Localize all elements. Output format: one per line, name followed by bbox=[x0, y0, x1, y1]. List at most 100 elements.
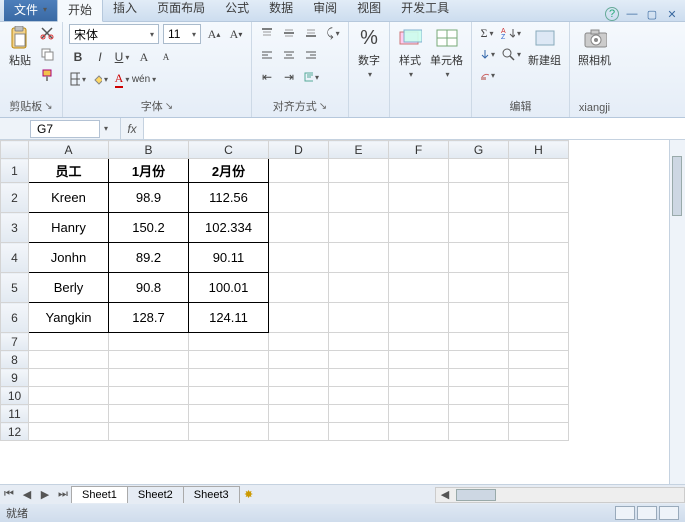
sheet-tab[interactable]: Sheet3 bbox=[183, 486, 240, 503]
cell[interactable] bbox=[389, 273, 449, 303]
cell[interactable] bbox=[109, 369, 189, 387]
font-name-select[interactable]: 宋体▾ bbox=[69, 24, 159, 44]
launcher-icon[interactable]: ↘ bbox=[319, 101, 327, 112]
cell[interactable] bbox=[329, 213, 389, 243]
caret-down-icon[interactable]: ▾ bbox=[104, 124, 108, 133]
increase-indent-button[interactable]: ⇥ bbox=[280, 68, 298, 86]
new-group-button[interactable]: 新建组 bbox=[526, 24, 563, 70]
cell[interactable] bbox=[389, 243, 449, 273]
tab-开发工具[interactable]: 开发工具 bbox=[391, 0, 459, 21]
format-painter-button[interactable] bbox=[38, 66, 56, 84]
cell[interactable] bbox=[109, 351, 189, 369]
align-left-button[interactable] bbox=[258, 46, 276, 64]
cell[interactable] bbox=[509, 243, 569, 273]
cell[interactable] bbox=[449, 273, 509, 303]
row-header[interactable]: 1 bbox=[1, 159, 29, 183]
cell[interactable] bbox=[329, 369, 389, 387]
clear-button[interactable]: ▾ bbox=[478, 66, 496, 84]
sort-button[interactable]: AZ▾ bbox=[500, 24, 522, 42]
sheet-last-button[interactable]: ⏭ bbox=[54, 486, 72, 504]
cell[interactable] bbox=[509, 273, 569, 303]
view-pagelayout-button[interactable] bbox=[637, 506, 657, 520]
cell[interactable] bbox=[329, 159, 389, 183]
row-header[interactable]: 5 bbox=[1, 273, 29, 303]
tab-审阅[interactable]: 审阅 bbox=[303, 0, 347, 21]
cell[interactable] bbox=[189, 405, 269, 423]
cell[interactable] bbox=[449, 303, 509, 333]
row-header[interactable]: 11 bbox=[1, 405, 29, 423]
orientation-button[interactable]: ⤹▾ bbox=[324, 24, 342, 42]
cell[interactable] bbox=[449, 387, 509, 405]
launcher-icon[interactable]: ↘ bbox=[44, 101, 52, 112]
cell[interactable] bbox=[449, 405, 509, 423]
tab-开始[interactable]: 开始 bbox=[57, 0, 103, 22]
cell[interactable] bbox=[109, 423, 189, 441]
cell[interactable] bbox=[509, 405, 569, 423]
name-box[interactable]: G7 bbox=[30, 120, 100, 138]
row-header[interactable]: 6 bbox=[1, 303, 29, 333]
cell[interactable] bbox=[269, 351, 329, 369]
cell[interactable]: 2月份 bbox=[189, 159, 269, 183]
format-styles-button[interactable]: 样式 ▾ bbox=[396, 24, 424, 81]
col-header[interactable]: C bbox=[189, 141, 269, 159]
font-size-select[interactable]: 11▾ bbox=[163, 24, 201, 44]
row-header[interactable]: 12 bbox=[1, 423, 29, 441]
cell[interactable] bbox=[329, 243, 389, 273]
cell[interactable] bbox=[509, 423, 569, 441]
cell[interactable] bbox=[509, 369, 569, 387]
font-shrink-button[interactable]: A bbox=[157, 48, 175, 66]
italic-button[interactable]: I bbox=[91, 48, 109, 66]
cell[interactable] bbox=[329, 303, 389, 333]
cell[interactable]: 98.9 bbox=[109, 183, 189, 213]
cell[interactable] bbox=[29, 369, 109, 387]
cell[interactable]: Hanry bbox=[29, 213, 109, 243]
cell[interactable] bbox=[449, 243, 509, 273]
new-sheet-button[interactable]: ✸ bbox=[240, 486, 258, 504]
cell[interactable] bbox=[509, 303, 569, 333]
cell[interactable] bbox=[329, 183, 389, 213]
help-icon[interactable]: ? bbox=[605, 7, 619, 21]
row-header[interactable]: 10 bbox=[1, 387, 29, 405]
tab-公式[interactable]: 公式 bbox=[215, 0, 259, 21]
cell[interactable] bbox=[509, 333, 569, 351]
tab-数据[interactable]: 数据 bbox=[259, 0, 303, 21]
paste-button[interactable]: 粘贴 bbox=[6, 24, 34, 70]
cell[interactable] bbox=[449, 369, 509, 387]
cells-button[interactable]: 单元格 ▾ bbox=[428, 24, 465, 81]
cell[interactable] bbox=[189, 423, 269, 441]
align-right-button[interactable] bbox=[302, 46, 320, 64]
cell[interactable] bbox=[109, 333, 189, 351]
cell[interactable]: 90.11 bbox=[189, 243, 269, 273]
cell[interactable] bbox=[389, 303, 449, 333]
font-color-button[interactable]: A▾ bbox=[113, 70, 131, 88]
cell[interactable] bbox=[509, 183, 569, 213]
cell[interactable] bbox=[269, 405, 329, 423]
align-top-button[interactable] bbox=[258, 24, 276, 42]
find-button[interactable]: ▾ bbox=[500, 45, 522, 63]
align-center-button[interactable] bbox=[280, 46, 298, 64]
row-header[interactable]: 4 bbox=[1, 243, 29, 273]
col-header[interactable]: B bbox=[109, 141, 189, 159]
cell[interactable]: Yangkin bbox=[29, 303, 109, 333]
col-header[interactable]: G bbox=[449, 141, 509, 159]
percent-button[interactable]: % 数字 ▾ bbox=[355, 24, 383, 81]
cell[interactable] bbox=[329, 273, 389, 303]
cell[interactable] bbox=[389, 333, 449, 351]
cell[interactable] bbox=[389, 423, 449, 441]
cell[interactable]: 128.7 bbox=[109, 303, 189, 333]
cell[interactable]: 124.11 bbox=[189, 303, 269, 333]
cell[interactable] bbox=[269, 243, 329, 273]
autosum-button[interactable]: Σ▾ bbox=[478, 24, 496, 42]
row-header[interactable]: 7 bbox=[1, 333, 29, 351]
cell[interactable]: 90.8 bbox=[109, 273, 189, 303]
cell[interactable] bbox=[389, 183, 449, 213]
cell[interactable] bbox=[449, 183, 509, 213]
cell[interactable] bbox=[449, 159, 509, 183]
cell[interactable] bbox=[329, 333, 389, 351]
cell[interactable] bbox=[109, 405, 189, 423]
sheet-prev-button[interactable]: ◀ bbox=[18, 486, 36, 504]
col-header[interactable]: H bbox=[509, 141, 569, 159]
col-header[interactable]: D bbox=[269, 141, 329, 159]
cell[interactable] bbox=[29, 333, 109, 351]
fx-icon[interactable]: fx bbox=[120, 118, 144, 139]
